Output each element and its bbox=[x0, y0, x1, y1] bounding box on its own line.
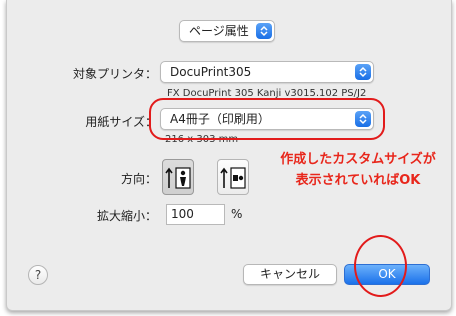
target-printer-label: 対象プリンタ： bbox=[72, 67, 157, 81]
annotation-line-2: 表示されていればOK bbox=[295, 173, 421, 188]
portrait-orientation-button[interactable] bbox=[162, 159, 194, 195]
section-popup-label: ページ属性 bbox=[189, 24, 249, 38]
landscape-person-icon bbox=[220, 167, 246, 189]
landscape-orientation-button[interactable] bbox=[217, 159, 249, 195]
cancel-button[interactable]: キャンセル bbox=[243, 264, 337, 285]
portrait-person-icon bbox=[165, 167, 191, 189]
target-printer-popup[interactable]: DocuPrint305 bbox=[160, 61, 374, 83]
annotation-line-1: 作成したカスタムサイズが bbox=[280, 152, 436, 167]
updown-arrows-icon bbox=[355, 64, 371, 80]
scale-unit: % bbox=[231, 207, 243, 221]
scale-label: 拡大縮小： bbox=[96, 209, 157, 223]
section-popup[interactable]: ページ属性 bbox=[179, 20, 275, 42]
help-button[interactable]: ? bbox=[28, 265, 48, 285]
orientation-label: 方向： bbox=[120, 172, 157, 186]
paper-size-highlight-ring bbox=[149, 98, 385, 140]
scale-input[interactable]: 100 bbox=[166, 204, 225, 225]
ok-highlight-ring bbox=[354, 235, 407, 297]
updown-arrows-icon bbox=[256, 23, 272, 39]
target-printer-value: DocuPrint305 bbox=[170, 65, 252, 79]
paper-size-label: 用紙サイズ： bbox=[85, 115, 157, 129]
